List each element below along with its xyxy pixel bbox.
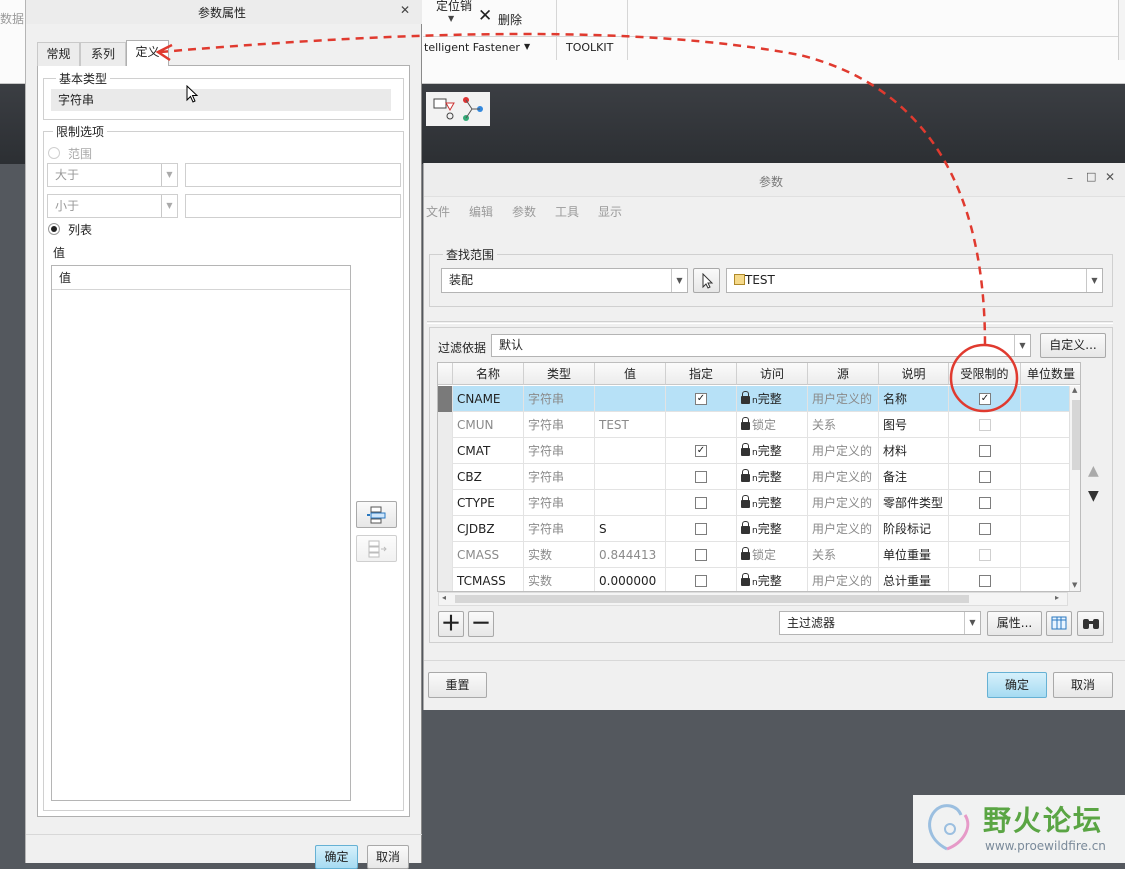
watermark-logo [928,804,970,851]
watermark-url: www.proewildfire.cn [985,839,1106,853]
forum-watermark: 野火论坛 www.proewildfire.cn [913,795,1125,863]
annotation-dashed-arrow [159,32,987,346]
annotation-circle [949,343,1019,413]
annotation-overlay [155,32,1019,413]
watermark-title: 野火论坛 [983,804,1104,837]
